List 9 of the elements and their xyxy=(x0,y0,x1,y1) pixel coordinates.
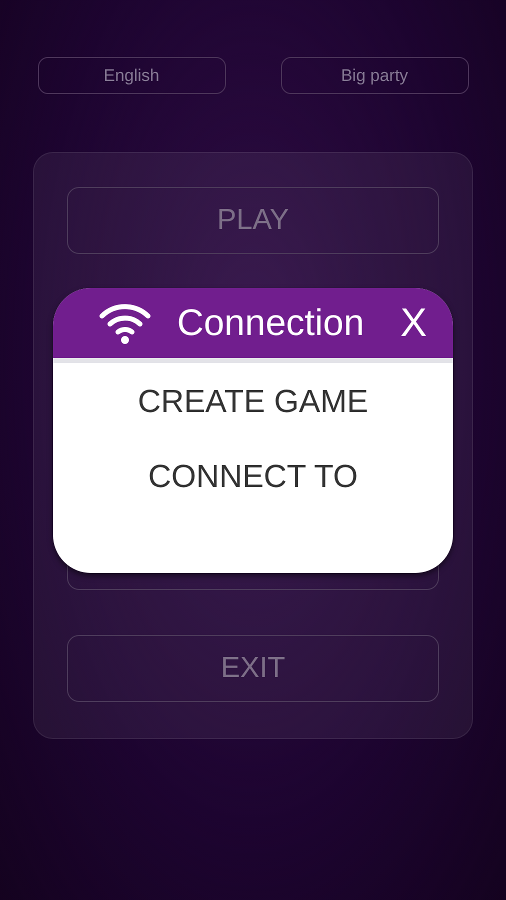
dialog-title: Connection xyxy=(177,302,364,344)
dialog-option[interactable]: CONNECT TO xyxy=(148,458,358,495)
close-button[interactable]: X xyxy=(396,300,431,346)
dialog-option[interactable]: CREATE GAME xyxy=(138,383,368,420)
wifi-icon xyxy=(99,302,151,344)
option-button[interactable]: English xyxy=(38,57,226,94)
option-button[interactable]: Big party xyxy=(280,57,468,94)
exit-button[interactable]: EXIT xyxy=(67,635,439,702)
play-button[interactable]: PLAY xyxy=(67,187,439,254)
